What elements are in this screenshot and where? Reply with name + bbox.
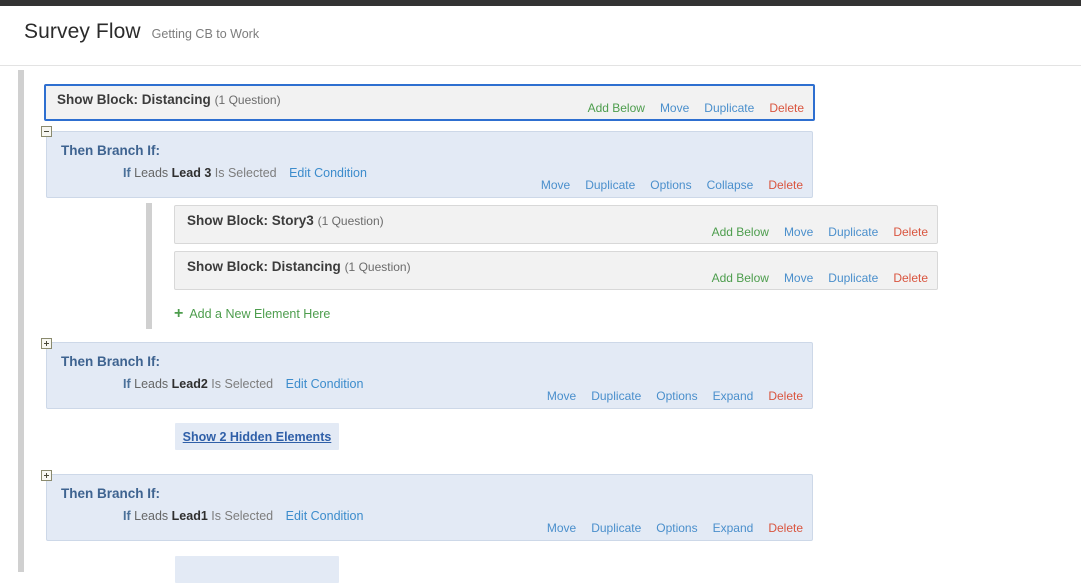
branch-actions: Move Duplicate Options Collapse Delete bbox=[541, 178, 803, 192]
move-link[interactable]: Move bbox=[784, 271, 813, 285]
move-link[interactable]: Move bbox=[547, 389, 576, 403]
condition-value: Lead 3 bbox=[171, 166, 212, 180]
branch-actions: Move Duplicate Options Expand Delete bbox=[547, 389, 803, 403]
options-link[interactable]: Options bbox=[656, 521, 697, 535]
branch-condition: If Leads Lead 3 Is Selected Edit Conditi… bbox=[123, 166, 367, 180]
block-title-name: Distancing bbox=[271, 259, 341, 274]
options-link[interactable]: Options bbox=[656, 389, 697, 403]
flow-element-show-block-story3[interactable]: Show Block: Story3 (1 Question) Add Belo… bbox=[174, 205, 938, 244]
duplicate-link[interactable]: Duplicate bbox=[585, 178, 635, 192]
flow-element-branch-lead1[interactable]: Then Branch If: If Leads Lead1 Is Select… bbox=[46, 474, 813, 541]
show-hidden-elements-link[interactable]: Show 2 Hidden Elements bbox=[183, 430, 332, 444]
condition-value: Lead2 bbox=[171, 377, 208, 391]
edit-condition-link[interactable]: Edit Condition bbox=[286, 377, 364, 391]
add-new-element-label: Add a New Element Here bbox=[189, 307, 331, 321]
block-title-label: Show Block: bbox=[187, 259, 269, 274]
page-subtitle: Getting CB to Work bbox=[151, 27, 260, 41]
condition-if-keyword: If bbox=[123, 377, 131, 391]
delete-link[interactable]: Delete bbox=[768, 389, 803, 403]
duplicate-link[interactable]: Duplicate bbox=[828, 225, 878, 239]
duplicate-link[interactable]: Duplicate bbox=[591, 389, 641, 403]
add-below-link[interactable]: Add Below bbox=[712, 225, 769, 239]
expand-link[interactable]: Expand bbox=[713, 521, 754, 535]
block-actions: Add Below Move Duplicate Delete bbox=[712, 271, 928, 285]
block-title-label: Show Block: bbox=[57, 92, 139, 107]
delete-link[interactable]: Delete bbox=[768, 178, 803, 192]
move-link[interactable]: Move bbox=[541, 178, 570, 192]
block-title-label: Show Block: bbox=[187, 213, 269, 228]
move-link[interactable]: Move bbox=[660, 101, 689, 115]
expand-toggle-branch-2[interactable] bbox=[41, 338, 52, 349]
condition-value: Lead1 bbox=[171, 509, 208, 523]
collapse-link[interactable]: Collapse bbox=[707, 178, 754, 192]
condition-field: Leads bbox=[134, 377, 169, 391]
show-hidden-elements-panel-partial[interactable] bbox=[175, 556, 339, 583]
move-link[interactable]: Move bbox=[547, 521, 576, 535]
flow-element-branch-lead3[interactable]: Then Branch If: If Leads Lead 3 Is Selec… bbox=[46, 131, 813, 198]
move-link[interactable]: Move bbox=[784, 225, 813, 239]
block-question-count: (1 Question) bbox=[317, 214, 384, 228]
block-actions: Add Below Move Duplicate Delete bbox=[588, 101, 804, 115]
block-title: Show Block: Distancing (1 Question) bbox=[57, 92, 281, 107]
block-title-name: Story3 bbox=[271, 213, 314, 228]
branch-actions: Move Duplicate Options Expand Delete bbox=[547, 521, 803, 535]
duplicate-link[interactable]: Duplicate bbox=[828, 271, 878, 285]
show-hidden-elements-panel[interactable]: Show 2 Hidden Elements bbox=[175, 423, 339, 450]
expand-link[interactable]: Expand bbox=[713, 389, 754, 403]
edit-condition-link[interactable]: Edit Condition bbox=[289, 166, 367, 180]
condition-if-keyword: If bbox=[123, 509, 131, 523]
branch-condition: If Leads Lead2 Is Selected Edit Conditio… bbox=[123, 377, 363, 391]
flow-element-branch-lead2[interactable]: Then Branch If: If Leads Lead2 Is Select… bbox=[46, 342, 813, 409]
add-new-element-link[interactable]: + Add a New Element Here bbox=[174, 306, 330, 322]
condition-operator: Is Selected bbox=[211, 377, 274, 391]
page-header: Survey Flow Getting CB to Work bbox=[0, 6, 1081, 66]
duplicate-link[interactable]: Duplicate bbox=[704, 101, 754, 115]
block-actions: Add Below Move Duplicate Delete bbox=[712, 225, 928, 239]
branch-title: Then Branch If: bbox=[61, 143, 161, 158]
condition-field: Leads bbox=[134, 166, 169, 180]
delete-link[interactable]: Delete bbox=[769, 101, 804, 115]
survey-flow-canvas: Show Block: Distancing (1 Question) Add … bbox=[0, 67, 1081, 585]
condition-operator: Is Selected bbox=[211, 509, 274, 523]
condition-if-keyword: If bbox=[123, 166, 131, 180]
add-below-link[interactable]: Add Below bbox=[588, 101, 645, 115]
branch-condition: If Leads Lead1 Is Selected Edit Conditio… bbox=[123, 509, 363, 523]
delete-link[interactable]: Delete bbox=[893, 271, 928, 285]
condition-operator: Is Selected bbox=[214, 166, 277, 180]
duplicate-link[interactable]: Duplicate bbox=[591, 521, 641, 535]
delete-link[interactable]: Delete bbox=[893, 225, 928, 239]
plus-icon: + bbox=[174, 305, 184, 322]
block-title: Show Block: Distancing (1 Question) bbox=[187, 259, 411, 274]
header-titles: Survey Flow Getting CB to Work bbox=[24, 20, 259, 44]
block-title-name: Distancing bbox=[141, 92, 211, 107]
nested-flow-rail bbox=[146, 203, 152, 329]
edit-condition-link[interactable]: Edit Condition bbox=[286, 509, 364, 523]
add-below-link[interactable]: Add Below bbox=[712, 271, 769, 285]
page-title: Survey Flow bbox=[24, 20, 141, 43]
survey-flow-page: Survey Flow Getting CB to Work Show Bloc… bbox=[0, 0, 1081, 585]
flow-element-show-block-distancing[interactable]: Show Block: Distancing (1 Question) Add … bbox=[44, 84, 815, 121]
root-flow-rail bbox=[18, 70, 24, 572]
expand-toggle-branch-3[interactable] bbox=[41, 470, 52, 481]
collapse-toggle-branch-1[interactable] bbox=[41, 126, 52, 137]
branch-title: Then Branch If: bbox=[61, 486, 161, 501]
delete-link[interactable]: Delete bbox=[768, 521, 803, 535]
branch-title: Then Branch If: bbox=[61, 354, 161, 369]
options-link[interactable]: Options bbox=[650, 178, 691, 192]
condition-field: Leads bbox=[134, 509, 169, 523]
block-question-count: (1 Question) bbox=[214, 93, 281, 107]
block-title: Show Block: Story3 (1 Question) bbox=[187, 213, 384, 228]
flow-element-show-block-distancing-nested[interactable]: Show Block: Distancing (1 Question) Add … bbox=[174, 251, 938, 290]
block-question-count: (1 Question) bbox=[344, 260, 411, 274]
